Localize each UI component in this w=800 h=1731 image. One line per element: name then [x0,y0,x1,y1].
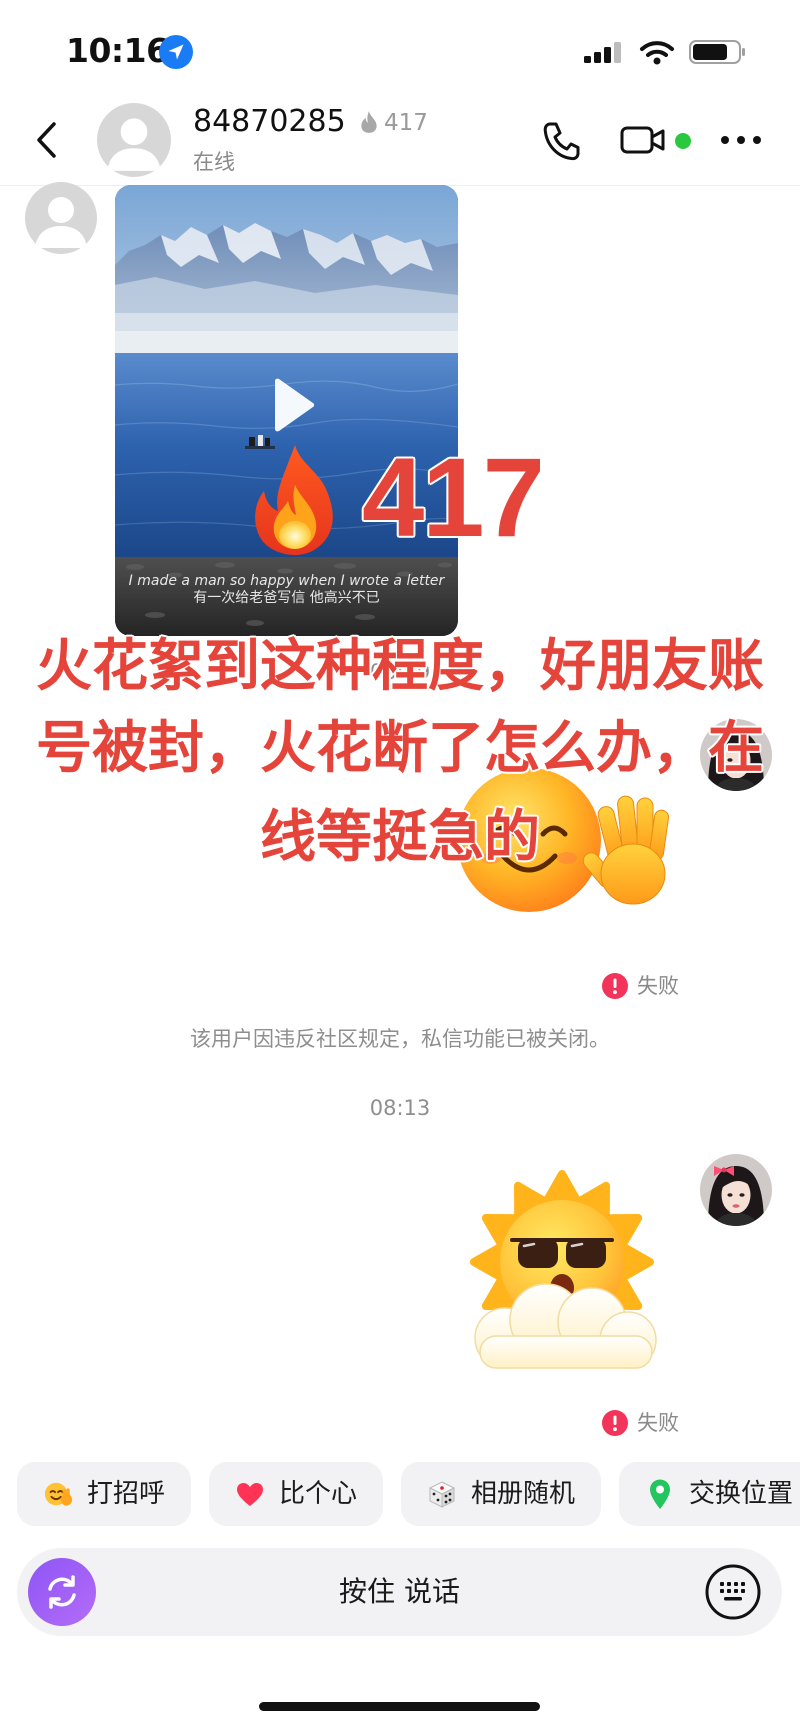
sunglasses-sun-sticker [470,1170,657,1369]
quick-actions-row: 打招呼 比个心 相册随机 交换位置 [17,1462,800,1526]
overlay-caption-line-1: 火花絮到这种程度，好朋友账 [36,634,764,699]
heart-icon [235,1479,265,1509]
online-status: 在线 [193,150,235,174]
timestamp: 08:13 [369,1096,431,1120]
failed-label: 失败 [637,974,679,998]
quick-action-label: 比个心 [279,1479,358,1509]
flame-icon [361,111,377,133]
more-icon[interactable] [720,135,762,145]
failed-icon[interactable] [602,973,628,999]
overlay-spark-count: 417 [362,435,545,560]
overlay-caption-line-3: 线等挺急的 [260,805,540,870]
sender-avatar[interactable] [25,182,97,254]
video-subtitle-english: I made a man so happy when I wrote a let… [128,573,445,589]
contact-name[interactable]: 84870285 [193,104,346,140]
video-thumbnail [115,185,458,636]
quick-action-label: 打招呼 [87,1479,166,1509]
input-bar: 按住 说话 [17,1548,782,1636]
wave-face-icon [43,1479,73,1509]
chat-screen: 10:16 84870285 417 在线 I made a man so ha… [0,0,800,1731]
quick-action-heart[interactable]: 比个心 [209,1462,384,1526]
location-pin-icon [645,1479,675,1509]
phone-icon[interactable] [538,118,582,162]
wifi-icon [640,41,674,65]
video-camera-icon[interactable] [620,124,668,156]
location-arrow-icon [159,35,193,69]
quick-action-random-album[interactable]: 相册随机 [401,1462,602,1526]
failed-label: 失败 [637,1411,679,1435]
contact-avatar[interactable] [97,103,171,177]
hold-to-talk-button[interactable]: 按住 说话 [17,1548,782,1636]
status-time: 10:16 [66,31,169,70]
back-chevron-icon[interactable] [32,120,62,160]
quick-action-label: 相册随机 [471,1479,576,1509]
dice-icon [427,1479,457,1509]
spark-count: 417 [384,110,428,136]
failed-icon[interactable] [602,1410,628,1436]
video-message[interactable]: I made a man so happy when I wrote a let… [115,185,458,636]
home-indicator [259,1702,540,1711]
self-avatar[interactable] [700,1154,772,1226]
quick-action-exchange-location[interactable]: 交换位置 [619,1462,800,1526]
overlay-caption-line-2: 号被封，火花断了怎么办，在 [36,716,764,781]
quick-action-label: 交换位置 [689,1479,794,1509]
quick-action-greet[interactable]: 打招呼 [17,1462,192,1526]
system-notice: 该用户因违反社区规定，私信功能已被关闭。 [190,1027,610,1051]
camera-switch-icon[interactable] [28,1558,96,1626]
battery-icon [689,40,745,64]
signal-icon [584,42,621,63]
video-subtitle-chinese: 有一次给老爸写信 他高兴不已 [193,590,380,606]
fire-emoji [255,445,333,555]
online-indicator-dot [675,133,691,149]
keyboard-icon[interactable] [704,1563,762,1621]
